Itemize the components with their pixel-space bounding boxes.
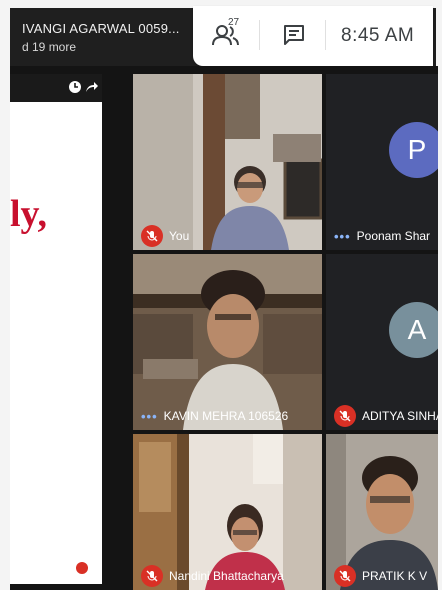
speaking-indicator-icon: ••• xyxy=(141,408,158,424)
participant-name: ADITYA SINHA xyxy=(362,409,438,423)
participant-name: Poonam Shar xyxy=(356,229,431,243)
participant-name: PRATIK K V xyxy=(362,569,428,583)
status-panel: 27 8:45 AM xyxy=(193,6,433,66)
participant-tile[interactable]: Nandini Bhattacharya xyxy=(133,434,322,590)
participant-tile[interactable]: P ••• Poonam Shar xyxy=(326,74,438,250)
participant-name: Nandini Bhattacharya xyxy=(169,569,284,583)
divider xyxy=(259,20,260,50)
share-arrow-icon[interactable] xyxy=(84,80,98,94)
speaking-indicator-icon: ••• xyxy=(334,228,351,244)
mic-off-icon xyxy=(334,405,356,427)
participant-label: PRATIK K V xyxy=(326,562,438,590)
participant-name: You xyxy=(169,229,190,243)
participant-label: ADITYA SINHA xyxy=(326,402,438,430)
slide-text: ly, xyxy=(10,193,47,235)
chat-button[interactable] xyxy=(281,22,307,48)
mic-off-icon xyxy=(141,225,163,247)
participant-tile[interactable]: You xyxy=(133,74,322,250)
presenter-more: d 19 more xyxy=(22,40,77,54)
avatar: A xyxy=(389,302,438,358)
participant-name: KAVIN MEHRA 106526 xyxy=(163,409,289,423)
presentation-toolbar xyxy=(10,74,102,102)
presentation-tile[interactable]: ly, xyxy=(10,74,102,584)
record-indicator xyxy=(76,562,88,574)
divider xyxy=(325,20,326,50)
participant-label: ••• KAVIN MEHRA 106526 xyxy=(133,402,322,430)
people-count: 27 xyxy=(228,17,240,28)
participant-label: Nandini Bhattacharya xyxy=(133,562,322,590)
participant-label: ••• Poonam Shar xyxy=(326,222,438,250)
mic-off-icon xyxy=(141,565,163,587)
participant-label: You xyxy=(133,222,322,250)
participant-tile[interactable]: PRATIK K V xyxy=(326,434,438,590)
clock-icon[interactable] xyxy=(68,80,82,94)
chat-icon xyxy=(284,25,304,45)
clock: 8:45 AM xyxy=(341,25,415,46)
participant-tile[interactable]: A ADITYA SINHA xyxy=(326,254,438,430)
avatar: P xyxy=(389,122,438,178)
presenter-name: IVANGI AGARWAL 0059... xyxy=(22,21,180,36)
mic-off-icon xyxy=(334,565,356,587)
participant-tile[interactable]: ••• KAVIN MEHRA 106526 xyxy=(133,254,322,430)
